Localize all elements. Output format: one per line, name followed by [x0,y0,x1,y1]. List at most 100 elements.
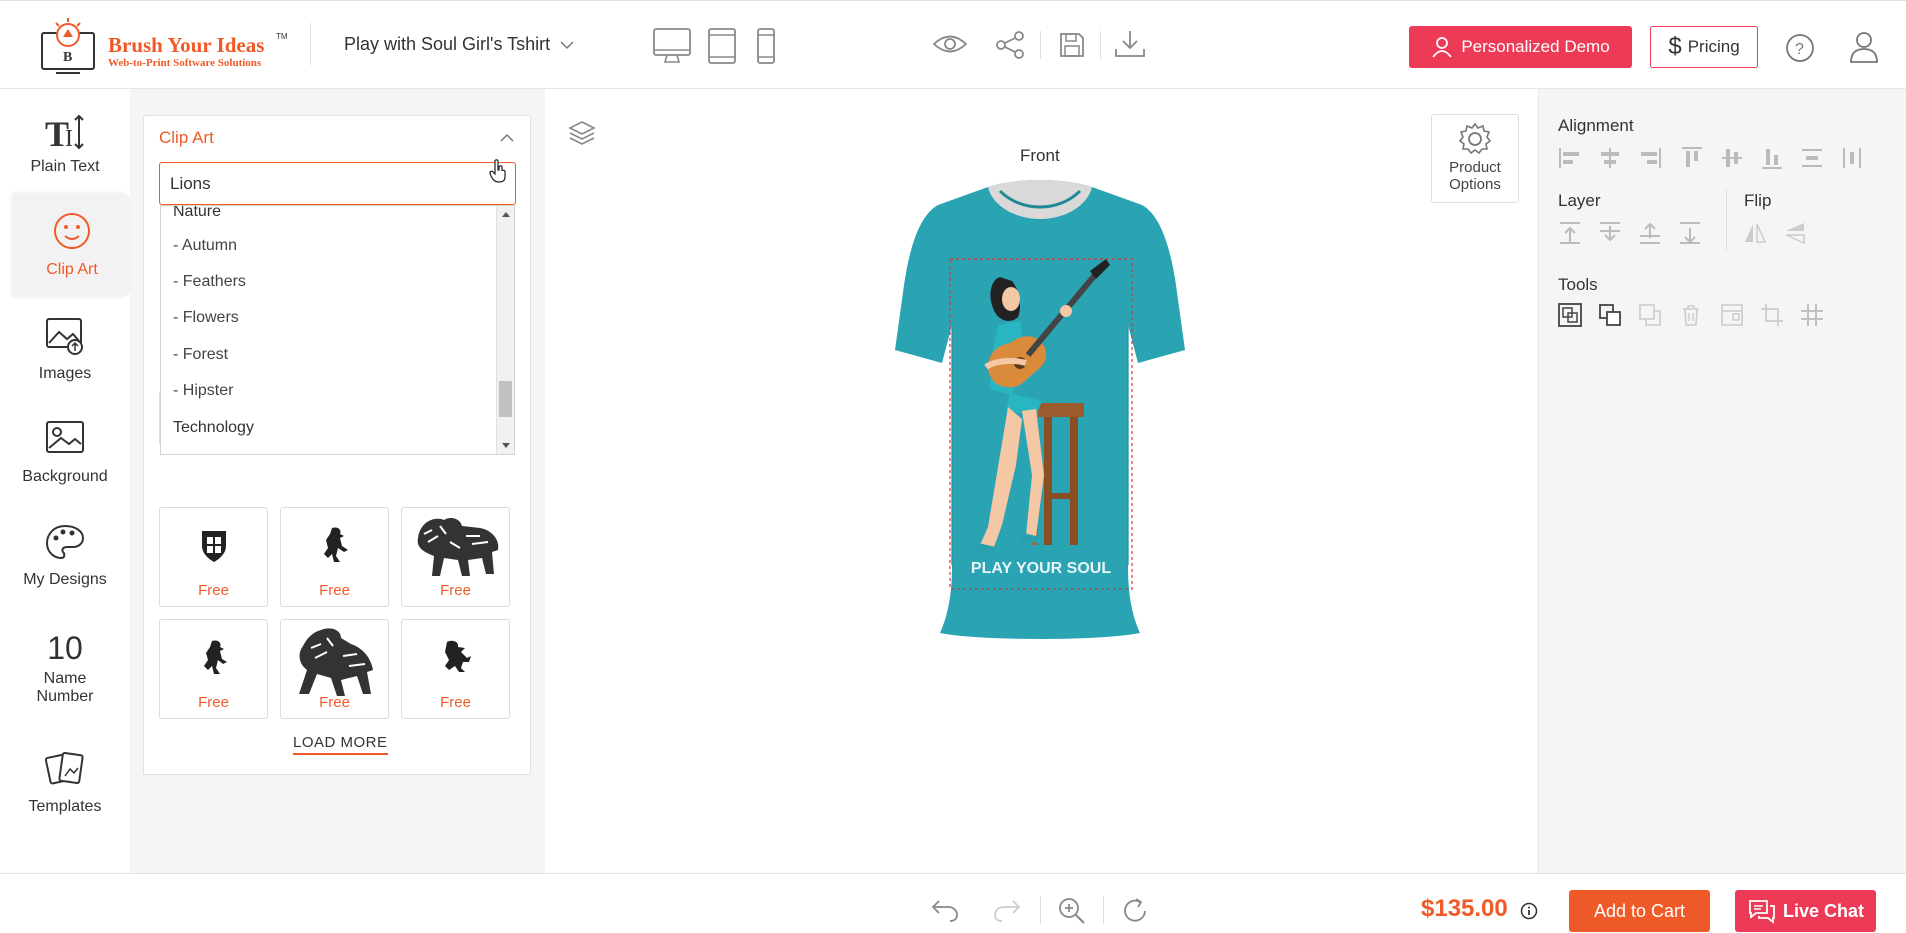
clipart-item[interactable]: Free [401,619,510,719]
nav-label: Plain Text [30,158,100,175]
dollar-icon: $ [1668,33,1682,60]
reset-refresh-icon[interactable] [1120,896,1150,926]
dropdown-option[interactable]: - Forest [173,346,228,364]
scrollbar-thumb[interactable] [499,381,512,417]
load-more-button[interactable]: LOAD MORE [293,734,388,755]
crop-icon[interactable] [1759,302,1785,328]
alignment-title: Alignment [1558,116,1634,135]
flip-horizontal-icon[interactable] [1742,220,1768,246]
clipart-item[interactable]: Free [159,619,268,719]
svg-text:I: I [65,126,73,152]
scroll-down-arrow-icon[interactable] [501,442,511,450]
footer: $135.00 Add to Cart Live Chat [0,873,1906,933]
redo-icon[interactable] [992,897,1022,923]
delete-icon[interactable] [1678,302,1704,328]
nav-item-name-number[interactable]: 10 Name Number [0,632,130,722]
dropdown-option[interactable]: - Autumn [173,237,237,255]
divider [1103,896,1104,924]
user-account-icon[interactable] [1849,31,1879,63]
send-backward-icon[interactable] [1677,220,1703,246]
grid-icon[interactable] [1799,302,1825,328]
mobile-view-icon[interactable] [756,27,776,65]
align-left-icon[interactable] [1557,145,1583,171]
nav-item-my-designs[interactable]: My Designs [0,523,130,603]
clipart-icon [54,213,90,249]
category-select-value: Lions [170,174,211,193]
divider [1100,31,1101,59]
shirt-print-text: PLAY YOUR SOUL [971,560,1111,577]
zoom-in-icon[interactable] [1057,896,1087,926]
product-options-button[interactable]: Product Options [1431,114,1519,203]
logo[interactable]: B Brush Your Ideas TM Web-to-Print Softw… [36,15,296,75]
dropdown-option[interactable]: - Feathers [173,273,246,291]
dropdown-option[interactable]: - Hipster [173,382,233,400]
align-top-icon[interactable] [1679,145,1705,171]
clipart-item[interactable]: Free [401,507,510,607]
nav-label: Images [38,365,92,382]
clipart-item[interactable]: Free [159,507,268,607]
layers-icon[interactable] [568,119,596,147]
align-center-horizontal-icon[interactable] [1597,145,1623,171]
align-right-icon[interactable] [1637,145,1663,171]
svg-text:?: ? [1795,41,1804,58]
nav-item-background[interactable]: Background [0,420,130,500]
pricing-button[interactable]: $ Pricing [1650,26,1758,68]
desktop-view-icon[interactable] [652,27,692,65]
free-badge: Free [198,582,229,599]
nav-item-plain-text[interactable]: TI Plain Text [0,114,130,189]
free-badge: Free [319,694,350,711]
personalized-demo-button[interactable]: Personalized Demo [1409,26,1632,68]
dropdown-option[interactable]: Nature [173,206,221,221]
distribute-vertical-icon[interactable] [1799,145,1825,171]
logo-tm: TM [276,32,288,41]
duplicate-icon[interactable] [1637,302,1663,328]
live-chat-button[interactable]: Live Chat [1735,890,1876,932]
personalized-demo-label: Personalized Demo [1461,37,1610,56]
chevron-up-icon[interactable] [500,133,514,143]
product-title-dropdown[interactable]: Play with Soul Girl's Tshirt [344,34,574,55]
dropdown-option[interactable]: - Flowers [173,309,239,327]
ungroup-icon[interactable] [1597,302,1623,328]
nav-item-templates[interactable]: Templates [0,750,130,830]
lock-icon[interactable] [1719,302,1745,328]
share-icon[interactable] [995,31,1025,59]
dropdown-option[interactable]: Technology [173,419,254,437]
preview-eye-icon[interactable] [932,33,968,55]
tablet-view-icon[interactable] [707,27,737,65]
divider [1040,896,1041,924]
distribute-horizontal-icon[interactable] [1839,145,1865,171]
add-to-cart-button[interactable]: Add to Cart [1569,890,1710,932]
bring-forward-icon[interactable] [1637,220,1663,246]
free-badge: Free [319,582,350,599]
product-options-label: Product [1449,159,1501,176]
price-info-icon[interactable] [1520,902,1538,920]
undo-icon[interactable] [930,897,960,923]
download-icon[interactable] [1114,29,1146,59]
clipart-item[interactable]: Free [280,619,389,719]
dropdown-scrollbar[interactable] [496,206,514,454]
flip-vertical-icon[interactable] [1782,220,1808,246]
align-bottom-icon[interactable] [1759,145,1785,171]
gear-icon [1458,122,1492,155]
text-icon: TI [45,114,84,152]
nav-item-clip-art[interactable]: Clip Art [14,193,130,297]
header: B Brush Your Ideas TM Web-to-Print Softw… [0,0,1906,89]
help-icon[interactable]: ? [1785,33,1815,63]
clipart-panel-title[interactable]: Clip Art [159,128,214,148]
align-middle-vertical-icon[interactable] [1719,145,1745,171]
add-to-cart-label: Add to Cart [1593,900,1686,921]
bring-to-front-icon[interactable] [1557,220,1583,246]
tshirt-mockup[interactable]: PLAY YOUR SOUL [860,175,1220,645]
name-number-icon: 10 [47,630,83,666]
palette-icon [45,524,85,560]
group-icon[interactable] [1557,302,1583,328]
nav-item-images[interactable]: Images [0,317,130,397]
category-select[interactable]: Lions [159,162,516,205]
divider [310,23,311,65]
tools-title: Tools [1558,275,1598,294]
save-icon[interactable] [1058,31,1086,59]
scroll-up-arrow-icon[interactable] [501,210,511,218]
send-to-back-icon[interactable] [1597,220,1623,246]
logo-title: Brush Your Ideas [108,33,265,57]
clipart-item[interactable]: Free [280,507,389,607]
